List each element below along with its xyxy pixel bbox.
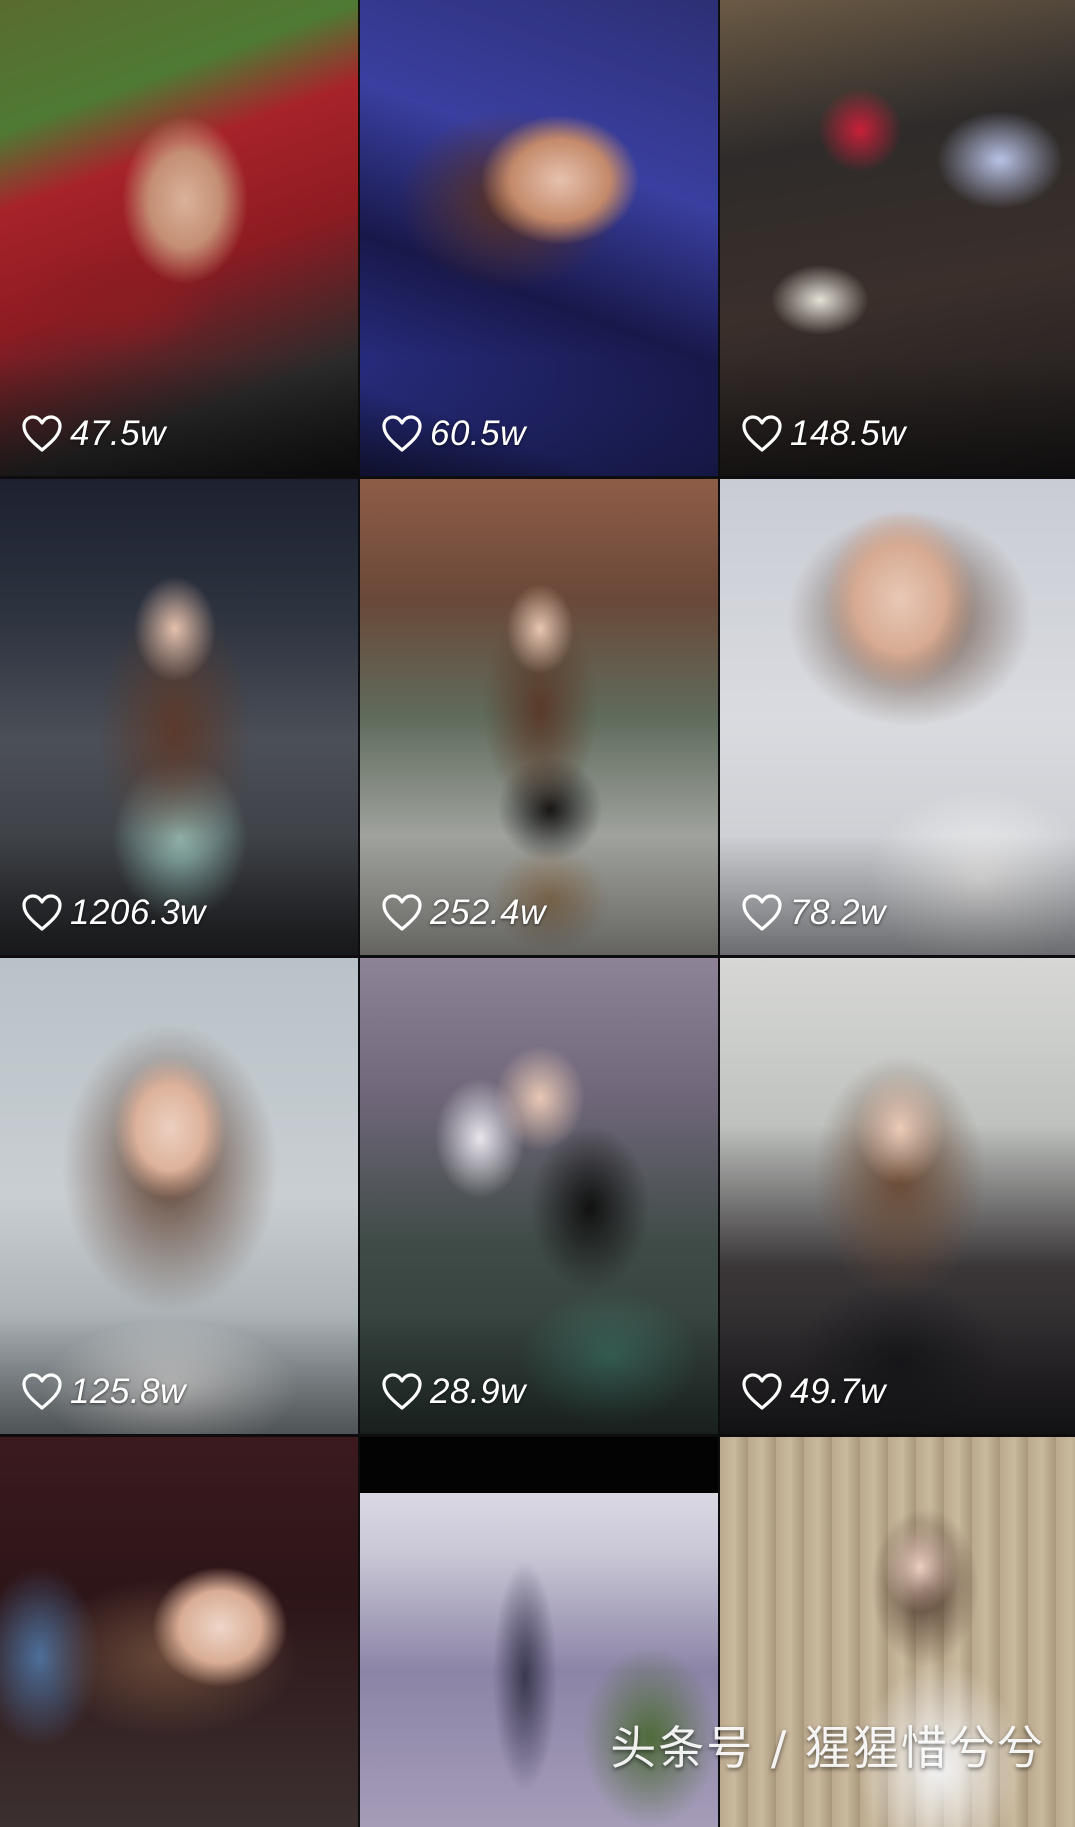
like-count-label: 60.5w (430, 414, 526, 453)
video-tile[interactable]: 47.5w (0, 0, 358, 476)
like-count-label: 49.7w (790, 1372, 886, 1411)
heart-outline-icon (22, 1373, 62, 1410)
like-count: 1206.3w (22, 893, 206, 933)
video-grid: 47.5w 60.5w 148.5w 1206.3w 252.4w 78.2w … (0, 0, 1075, 1827)
like-count-label: 148.5w (790, 414, 906, 453)
like-count: 28.9w (382, 1372, 526, 1412)
video-tile[interactable] (0, 1437, 358, 1827)
like-count-label: 125.8w (70, 1372, 186, 1411)
like-count: 78.2w (742, 893, 886, 933)
video-tile[interactable]: 125.8w (0, 958, 358, 1434)
like-count: 148.5w (742, 414, 906, 454)
video-tile[interactable]: 28.9w (360, 958, 718, 1434)
like-count-label: 78.2w (790, 893, 886, 932)
like-count: 252.4w (382, 893, 546, 933)
video-tile[interactable]: 78.2w (720, 479, 1075, 955)
heart-outline-icon (382, 1373, 422, 1410)
like-count-label: 28.9w (430, 1372, 526, 1411)
heart-outline-icon (742, 1373, 782, 1410)
video-tile[interactable]: 148.5w (720, 0, 1075, 476)
video-tile[interactable]: 60.5w (360, 0, 718, 476)
video-tile[interactable]: 252.4w (360, 479, 718, 955)
like-count: 60.5w (382, 414, 526, 454)
like-count-label: 47.5w (70, 414, 166, 453)
heart-outline-icon (382, 894, 422, 931)
like-count: 47.5w (22, 414, 166, 454)
video-tile[interactable]: 49.7w (720, 958, 1075, 1434)
like-count: 125.8w (22, 1372, 186, 1412)
heart-outline-icon (382, 415, 422, 452)
like-count-label: 252.4w (430, 893, 546, 932)
like-count-label: 1206.3w (70, 893, 206, 932)
like-count: 49.7w (742, 1372, 886, 1412)
watermark: 头条号 / 猩猩惜兮兮 (610, 1721, 1045, 1775)
heart-outline-icon (22, 415, 62, 452)
heart-outline-icon (742, 415, 782, 452)
heart-outline-icon (22, 894, 62, 931)
video-thumbnail (0, 1437, 358, 1827)
heart-outline-icon (742, 894, 782, 931)
video-tile[interactable]: 1206.3w (0, 479, 358, 955)
